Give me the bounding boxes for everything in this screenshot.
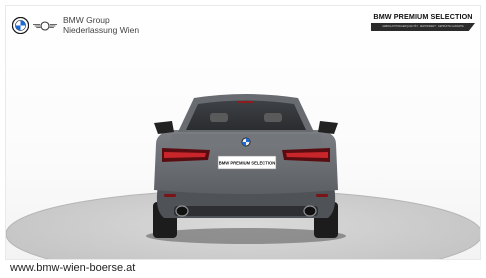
vehicle-photo: BMW PREMIUM SELECTION BMW Group Niederla…	[5, 5, 481, 260]
license-plate-text: BMW PREMIUM SELECTION	[219, 161, 276, 166]
dealer-name: BMW Group Niederlassung Wien	[63, 15, 140, 35]
bmw-roundel-icon	[12, 17, 29, 34]
premium-selection-badge: BMW PREMIUM SELECTION GEBRAUCHTWAGENQUAL…	[371, 12, 475, 31]
right-mirror	[318, 121, 338, 134]
right-exhaust-icon	[303, 205, 317, 217]
premium-selection-strip: GEBRAUCHTWAGENQUALITÄT · ZERTIFIZIERT · …	[371, 23, 475, 31]
diffuser	[174, 206, 318, 216]
left-mirror	[154, 121, 174, 134]
website-url[interactable]: www.bmw-wien-boerse.at	[10, 262, 135, 274]
mini-wing-icon	[33, 20, 57, 31]
headrest-left	[210, 113, 228, 122]
left-reflector	[164, 194, 176, 197]
premium-selection-title: BMW PREMIUM SELECTION	[373, 12, 473, 21]
left-exhaust-icon	[175, 205, 189, 217]
brand-block: BMW Group Niederlassung Wien	[12, 15, 140, 35]
right-reflector	[316, 194, 328, 197]
car-scene: BMW PREMIUM SELECTION	[6, 94, 480, 259]
dealer-name-line2: Niederlassung Wien	[63, 24, 140, 35]
brake-light	[238, 101, 254, 103]
rear-window	[186, 100, 306, 130]
headrest-right	[264, 113, 282, 122]
